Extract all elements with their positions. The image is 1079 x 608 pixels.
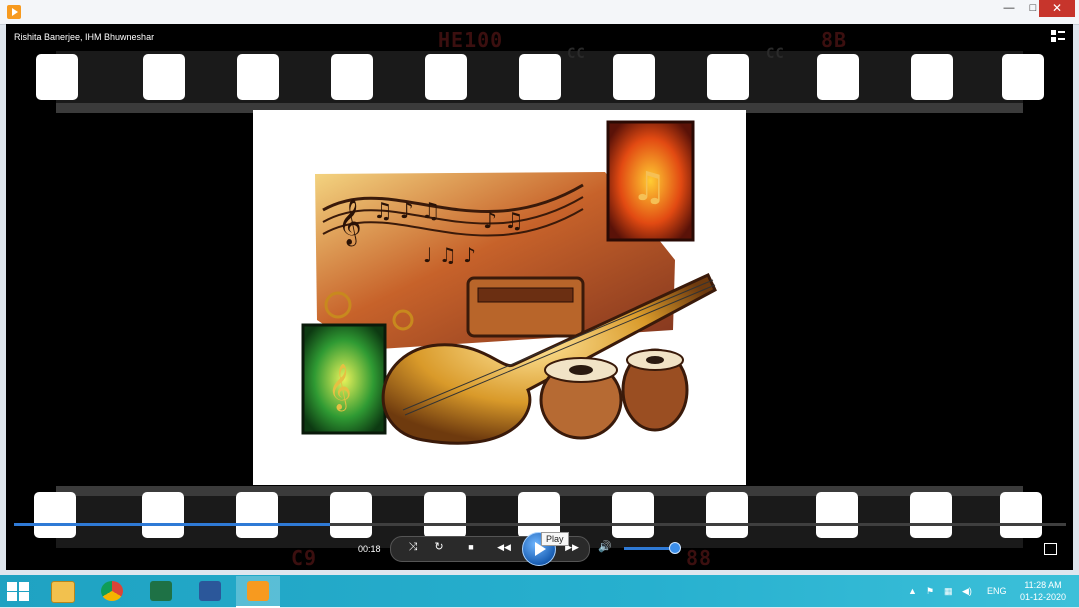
film-sprocket <box>425 54 467 100</box>
film-sprocket <box>612 492 654 538</box>
film-sprocket <box>910 492 952 538</box>
svg-text:𝄞: 𝄞 <box>338 199 362 247</box>
volume-knob[interactable] <box>669 542 681 554</box>
svg-text:♩ ♫ ♪: ♩ ♫ ♪ <box>423 243 476 267</box>
film-sprocket <box>707 54 749 100</box>
play-tooltip: Play <box>541 532 569 546</box>
elapsed-time: 00:18 <box>358 544 381 554</box>
film-code: CC <box>567 46 586 62</box>
network-icon[interactable]: ▦ <box>944 575 953 607</box>
film-strip-top <box>36 51 1044 113</box>
taskbar: ▲ ⚑ ▦ ◀) ENG 11:28 AM 01-12-2020 <box>0 575 1079 608</box>
word-icon[interactable] <box>188 576 232 606</box>
film-sprocket <box>816 492 858 538</box>
film-sprocket <box>236 492 278 538</box>
seek-progress <box>14 523 330 526</box>
volume-icon[interactable]: 🔊 <box>596 538 614 556</box>
film-sprocket <box>330 492 372 538</box>
previous-button[interactable]: ◀◀ <box>492 538 516 556</box>
excel-icon[interactable] <box>139 576 183 606</box>
media-player-taskbar-icon[interactable] <box>236 576 280 608</box>
video-player[interactable]: Rishita Banerjee, IHM Bhuwneshar HE100 C… <box>6 24 1073 570</box>
tray-up-arrow-icon[interactable]: ▲ <box>908 575 917 607</box>
clock[interactable]: 11:28 AM 01-12-2020 <box>1014 579 1072 603</box>
flag-icon[interactable]: ⚑ <box>926 575 934 607</box>
clock-time: 11:28 AM <box>1024 580 1062 590</box>
title-bar: — □ ✕ <box>0 0 1079 25</box>
repeat-button[interactable]: ↻ <box>430 538 448 556</box>
video-title: Rishita Banerjee, IHM Bhuwneshar <box>14 32 155 42</box>
film-sprocket <box>36 54 78 100</box>
film-sprocket <box>331 54 373 100</box>
seek-bar[interactable] <box>14 523 1066 526</box>
film-sprocket <box>817 54 859 100</box>
stop-button[interactable]: ■ <box>462 538 480 556</box>
minimize-button[interactable]: — <box>996 0 1022 17</box>
close-button[interactable]: ✕ <box>1039 0 1075 17</box>
clock-date: 01-12-2020 <box>1019 592 1067 602</box>
film-sprocket <box>34 492 76 538</box>
film-sprocket <box>143 54 185 100</box>
film-code: CC <box>766 46 785 62</box>
switch-to-library-icon[interactable] <box>1051 30 1065 43</box>
speaker-icon[interactable]: ◀) <box>962 575 972 607</box>
film-sprocket <box>706 492 748 538</box>
svg-text:♫ ♪ ♫: ♫ ♪ ♫ <box>373 199 440 224</box>
film-sprocket <box>911 54 953 100</box>
film-code: C9 <box>291 546 318 570</box>
media-player-icon <box>7 5 21 19</box>
film-sprocket <box>142 492 184 538</box>
film-code: 8B <box>821 28 848 52</box>
language-indicator[interactable]: ENG <box>987 575 1007 607</box>
video-frame-artwork: 𝄞 ♫ ♪ ♫ ♪ ♫ ♩ ♫ ♪ ♫ 𝄞 <box>253 110 746 485</box>
shuffle-button[interactable]: ⤨ <box>404 538 422 556</box>
film-sprocket <box>1000 492 1042 538</box>
film-code: 88 <box>686 546 713 570</box>
film-sprocket <box>424 492 466 538</box>
film-sprocket <box>519 54 561 100</box>
film-sprocket <box>1002 54 1044 100</box>
svg-text:𝄞: 𝄞 <box>328 364 352 412</box>
film-sprocket <box>613 54 655 100</box>
fullscreen-icon[interactable] <box>1044 543 1057 555</box>
film-sprocket <box>237 54 279 100</box>
file-explorer-icon[interactable] <box>40 576 84 606</box>
start-button[interactable] <box>7 582 29 601</box>
film-code: HE100 <box>438 28 504 52</box>
svg-text:♫: ♫ <box>631 164 667 210</box>
chrome-icon[interactable] <box>90 576 134 606</box>
svg-text:♪ ♫: ♪ ♫ <box>483 209 524 234</box>
